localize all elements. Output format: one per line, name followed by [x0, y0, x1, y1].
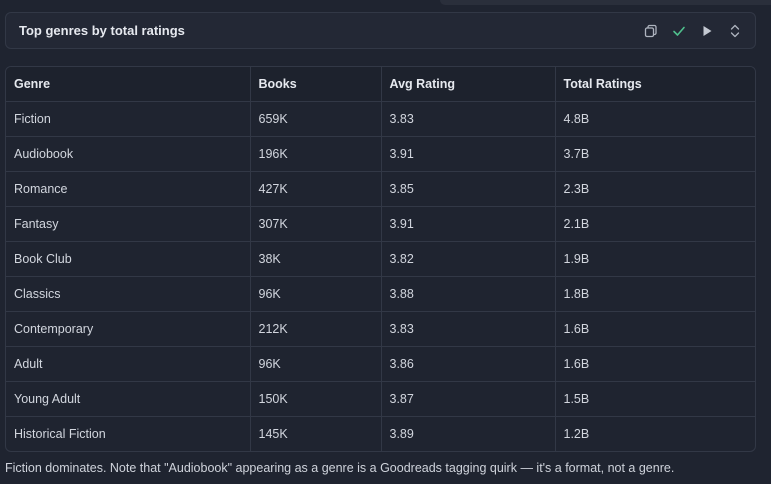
avg-rating-cell: 3.91: [381, 206, 556, 242]
table-row: Audiobook 196K 3.91 3.7B: [6, 136, 755, 172]
books-cell: 307K: [250, 206, 382, 242]
genre-cell: Classics: [6, 276, 251, 312]
results-table: Genre Books Avg Rating Total Ratings Fic…: [5, 66, 756, 452]
avg-rating-cell: 3.89: [381, 416, 556, 451]
genre-cell: Audiobook: [6, 136, 251, 172]
cell-header: Top genres by total ratings: [5, 12, 756, 49]
table-row: Contemporary 212K 3.83 1.6B: [6, 311, 755, 347]
total-ratings-cell: 1.5B: [555, 381, 755, 417]
avg-rating-cell: 3.87: [381, 381, 556, 417]
check-icon[interactable]: [671, 23, 687, 39]
books-cell: 427K: [250, 171, 382, 207]
table-row: Fantasy 307K 3.91 2.1B: [6, 206, 755, 242]
books-cell: 212K: [250, 311, 382, 347]
total-ratings-cell: 1.9B: [555, 241, 755, 277]
genre-cell: Adult: [6, 346, 251, 382]
column-header-total-ratings[interactable]: Total Ratings: [555, 67, 755, 102]
books-cell: 38K: [250, 241, 382, 277]
total-ratings-cell: 4.8B: [555, 101, 755, 137]
genre-cell: Young Adult: [6, 381, 251, 417]
genre-cell: Romance: [6, 171, 251, 207]
total-ratings-cell: 3.7B: [555, 136, 755, 172]
column-header-books[interactable]: Books: [250, 67, 382, 102]
avg-rating-cell: 3.83: [381, 101, 556, 137]
genre-cell: Fantasy: [6, 206, 251, 242]
genre-cell: Historical Fiction: [6, 416, 251, 451]
books-cell: 145K: [250, 416, 382, 451]
books-cell: 659K: [250, 101, 382, 137]
total-ratings-cell: 2.3B: [555, 171, 755, 207]
table-row: Fiction 659K 3.83 4.8B: [6, 101, 755, 137]
avg-rating-cell: 3.83: [381, 311, 556, 347]
cell-title: Top genres by total ratings: [19, 23, 185, 38]
chevron-up-down-icon[interactable]: [727, 23, 743, 39]
books-cell: 96K: [250, 346, 382, 382]
result-footnote: Fiction dominates. Note that "Audiobook"…: [5, 461, 675, 475]
books-cell: 96K: [250, 276, 382, 312]
total-ratings-cell: 1.6B: [555, 311, 755, 347]
column-header-genre[interactable]: Genre: [6, 67, 251, 102]
avg-rating-cell: 3.91: [381, 136, 556, 172]
column-header-avg-rating[interactable]: Avg Rating: [381, 67, 556, 102]
play-icon[interactable]: [699, 23, 715, 39]
table-row: Book Club 38K 3.82 1.9B: [6, 241, 755, 277]
total-ratings-cell: 1.6B: [555, 346, 755, 382]
avg-rating-cell: 3.88: [381, 276, 556, 312]
copy-icon[interactable]: [643, 23, 659, 39]
table-row: Historical Fiction 145K 3.89 1.2B: [6, 416, 755, 451]
books-cell: 196K: [250, 136, 382, 172]
table-row: Young Adult 150K 3.87 1.5B: [6, 381, 755, 417]
genre-cell: Fiction: [6, 101, 251, 137]
avg-rating-cell: 3.82: [381, 241, 556, 277]
table-header-row: Genre Books Avg Rating Total Ratings: [6, 67, 755, 102]
cell-toolbar: [643, 13, 743, 48]
total-ratings-cell: 2.1B: [555, 206, 755, 242]
total-ratings-cell: 1.8B: [555, 276, 755, 312]
table-row: Classics 96K 3.88 1.8B: [6, 276, 755, 312]
table-row: Romance 427K 3.85 2.3B: [6, 171, 755, 207]
genre-cell: Contemporary: [6, 311, 251, 347]
previous-cell-edge: [440, 0, 771, 5]
table-row: Adult 96K 3.86 1.6B: [6, 346, 755, 382]
books-cell: 150K: [250, 381, 382, 417]
avg-rating-cell: 3.85: [381, 171, 556, 207]
avg-rating-cell: 3.86: [381, 346, 556, 382]
total-ratings-cell: 1.2B: [563, 426, 590, 441]
genre-cell: Book Club: [6, 241, 251, 277]
